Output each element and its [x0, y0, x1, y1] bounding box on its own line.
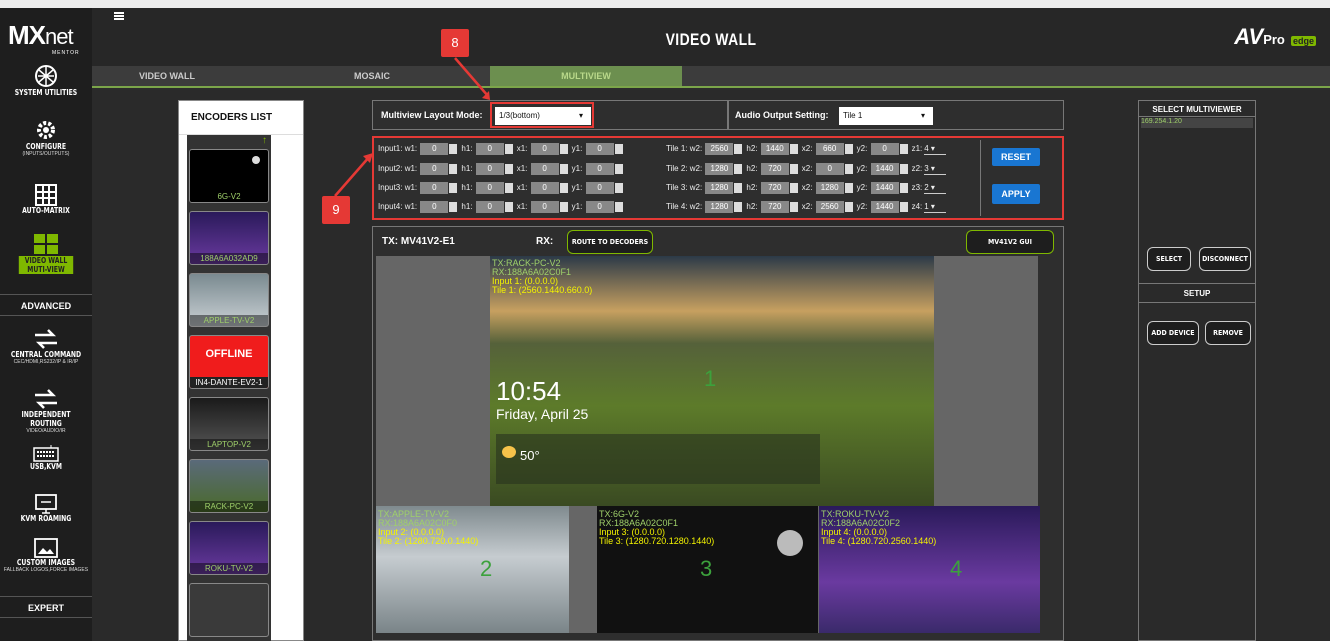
- tile-row: Tile 4: w2: 1280 h2: 720 x2: 2560 y2: 1440 z…: [666, 201, 947, 213]
- tx-label: TX: MV41V2-E1: [382, 236, 455, 247]
- tile-number: 3: [700, 556, 713, 581]
- overlay-tile-3: TX:6G-V2 RX:188A6A02C0F1 Input 3: (0.0.0…: [599, 509, 715, 546]
- encoder-tile[interactable]: ROKU-TV-V2: [189, 521, 269, 575]
- overlay-tile-4: TX:ROKU-TV-V2 RX:188A6A02C0F2 Input 4: (…: [821, 509, 937, 546]
- chevron-down-icon: ▾: [920, 111, 925, 120]
- rx-label: RX:: [536, 236, 554, 247]
- multiviewer-ip[interactable]: 169.254.1.20: [1141, 118, 1253, 128]
- cursor-icon: [252, 156, 260, 164]
- sidebar-item-central-command[interactable]: CENTRAL COMMAND CEC/HDMI,RS232/IP & IR/I…: [0, 328, 92, 365]
- menu-icon[interactable]: [114, 12, 124, 20]
- weather-icon: [502, 446, 516, 458]
- tab-bar: VIDEO WALL MOSAIC MULTIVIEW: [92, 66, 1330, 88]
- encoder-tile[interactable]: 188A6A032AD9: [189, 211, 269, 265]
- routing-icon: [35, 389, 57, 409]
- encoders-list: ↑ 6G-V2 188A6A032AD9 APPLE-TV-V2 OFFLINE…: [187, 135, 271, 641]
- encoder-tile[interactable]: APPLE-TV-V2: [189, 273, 269, 327]
- tile-number: 2: [480, 556, 493, 581]
- sidebar: MXnet MENTOR SYSTEM UTILITIES CONFIGURE (…: [0, 8, 92, 641]
- input-row: Input4: w1: 0 h1: 0 x1: 0 y1: 0: [378, 201, 627, 213]
- sidebar-item-custom-images[interactable]: CUSTOM IMAGES FALLBACK LOGOS,FORCE IMAGE…: [0, 538, 92, 573]
- gear-icon: [37, 121, 55, 139]
- section-expert: EXPERT: [0, 596, 92, 618]
- arrow-up-icon: ↑: [262, 135, 267, 146]
- section-advanced: ADVANCED: [0, 294, 92, 316]
- tab-video-wall[interactable]: VIDEO WALL: [92, 66, 242, 86]
- overlay-tile-1: TX:RACK-PC-V2 RX:188A6A02C0F1 Input 1: (…: [492, 258, 593, 295]
- encoder-tile[interactable]: 6G-V2: [189, 149, 269, 203]
- sidebar-item-independent-routing[interactable]: INDEPENDENT ROUTING VIDEO/AUDIO/IR: [0, 388, 92, 434]
- network-icon: [35, 65, 57, 87]
- tile-row: Tile 2: w2: 1280 h2: 720 x2: 0 y2: 1440 z2: 3…: [666, 163, 947, 175]
- sidebar-item-usb-kvm[interactable]: USB,KVM: [0, 444, 92, 471]
- brand-logo: AVPro edge: [1234, 24, 1316, 49]
- add-device-button[interactable]: ADD DEVICE: [1147, 321, 1199, 345]
- encoders-header[interactable]: ENCODERS LIST (TX)^: [179, 101, 303, 157]
- remove-button[interactable]: REMOVE: [1205, 321, 1251, 345]
- divider: [980, 140, 981, 216]
- audio-panel: Audio Output Setting: Tile 1 ▾: [728, 100, 1064, 130]
- tab-multiview[interactable]: MULTIVIEW: [490, 66, 682, 86]
- sidebar-item-system-utilities[interactable]: SYSTEM UTILITIES: [0, 64, 92, 97]
- widgets: 50°: [496, 434, 820, 484]
- select-multiviewer-header: SELECT MULTIVIEWER: [1139, 101, 1255, 117]
- grid-icon: [35, 184, 57, 206]
- encoder-tile[interactable]: RACK-PC-V2: [189, 459, 269, 513]
- disconnect-button[interactable]: DISCONNECT: [1199, 247, 1251, 271]
- reset-button[interactable]: RESET: [992, 148, 1040, 166]
- app-logo: MXnet MENTOR: [8, 20, 80, 56]
- mv41v2-gui-button[interactable]: MV41V2 GUI: [966, 230, 1054, 254]
- setup-header: SETUP: [1139, 283, 1255, 303]
- keyboard-icon: [33, 445, 59, 462]
- top-strip: [0, 0, 1330, 8]
- select-button[interactable]: SELECT: [1147, 247, 1191, 271]
- tile-row: Tile 1: w2: 2560 h2: 1440 x2: 660 y2: 0 z1: 4…: [666, 143, 947, 155]
- page-title: VIDEO WALL: [665, 30, 757, 49]
- tile-number: 1: [704, 366, 717, 391]
- tile-number: 4: [950, 556, 963, 581]
- cursor-icon: [777, 530, 803, 556]
- sidebar-item-kvm-roaming[interactable]: KVM ROAMING: [0, 494, 92, 523]
- encoders-panel: ENCODERS LIST (TX)^ ↑ 6G-V2 188A6A032AD9…: [178, 100, 304, 641]
- overlay-tile-2: TX:APPLE-TV-V2 RX:188A6A02C0F0 Input 2: …: [378, 509, 479, 546]
- route-to-decoders-button[interactable]: ROUTE TO DECODERS: [567, 230, 653, 254]
- callout-8: 8: [441, 29, 469, 57]
- audio-output-select[interactable]: Tile 1 ▾: [839, 107, 933, 125]
- arrows-icon: [35, 329, 57, 349]
- apply-button[interactable]: APPLY: [992, 184, 1040, 204]
- sidebar-item-video-wall[interactable]: VIDEO WALL MUTI-VIEW: [0, 234, 92, 276]
- image-icon: [34, 538, 58, 558]
- select-multiviewer-panel: SELECT MULTIVIEWER 169.254.1.20 SELECT D…: [1138, 100, 1256, 641]
- monitor-icon: [35, 494, 57, 514]
- callout-arrows: [334, 57, 490, 197]
- sidebar-item-auto-matrix[interactable]: AUTO-MATRIX: [0, 184, 92, 215]
- encoder-tile[interactable]: LAPTOP-V2: [189, 397, 269, 451]
- encoder-tile-offline[interactable]: OFFLINE IN4-DANTE-EV2-1: [189, 335, 269, 389]
- sidebar-item-configure[interactable]: CONFIGURE (INPUTS/OUTPUTS): [0, 118, 92, 157]
- encoder-tile-empty[interactable]: [189, 583, 269, 637]
- callout-9: 9: [322, 196, 350, 224]
- videowall-icon: [34, 234, 58, 254]
- app-root: MXnet MENTOR SYSTEM UTILITIES CONFIGURE (…: [0, 0, 1330, 641]
- tile-row: Tile 3: w2: 1280 h2: 720 x2: 1280 y2: 1440 z…: [666, 182, 947, 194]
